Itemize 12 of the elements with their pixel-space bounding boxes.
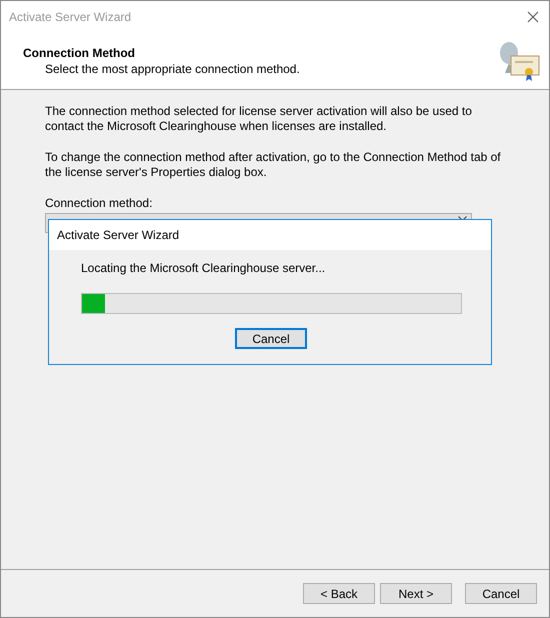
back-button[interactable]: < Back: [303, 583, 375, 604]
dialog-title: Activate Server Wizard: [49, 220, 491, 250]
next-button[interactable]: Next >: [380, 583, 452, 604]
window-title: Activate Server Wizard: [9, 10, 132, 24]
cancel-button[interactable]: Cancel: [465, 583, 537, 604]
page-title: Connection Method: [23, 46, 136, 60]
connection-method-label: Connection method:: [45, 196, 154, 210]
info-paragraph: To change the connection method after activation, go to the Connection Method tab of the license server's Properties dialog box.: [45, 150, 502, 180]
info-paragraph: The connection method selected for license server activation will also be used to contact the Microsoft Clearinghouse when licenses are installed.: [45, 104, 473, 134]
status-message: Locating the Microsoft Clearinghouse server...: [81, 261, 326, 275]
cancel-button[interactable]: Cancel: [235, 328, 307, 349]
page-subtitle: Select the most appropriate connection method.: [45, 62, 300, 76]
